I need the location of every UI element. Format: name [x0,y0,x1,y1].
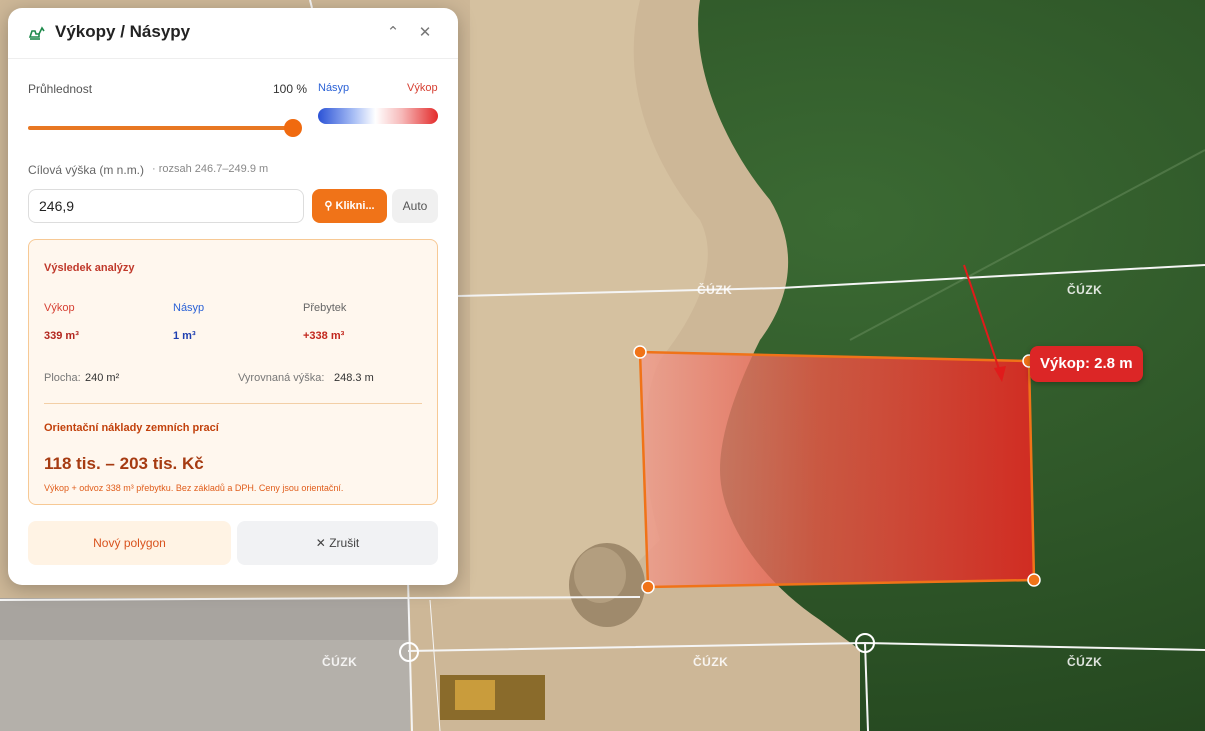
opacity-slider-thumb[interactable] [284,119,302,137]
new-polygon-button[interactable]: Nový polygon [28,521,231,565]
level-value: 248.3 m [334,372,374,384]
target-height-label: Cílová výška (m n.m.) [28,163,145,177]
fill-value: 1 m³ [173,330,196,342]
cut-fill-legend-bar [318,108,438,124]
auto-height-button[interactable]: Auto [392,189,438,223]
excavator-icon [28,26,45,40]
level-label: Vyrovnaná výška: [238,372,325,384]
area-label: Plocha: [44,372,81,384]
cost-note: Výkop + odvoz 338 m³ přebytku. Bez zákla… [44,483,344,493]
cuzk-watermark: ČÚZK [1067,283,1103,297]
analysis-result-card: Výsledek analýzy Výkop Násyp Přebytek 33… [28,239,438,505]
cuzk-watermark: ČÚZK [697,283,733,297]
divider [44,403,422,404]
depth-label: Výkop: 2.8 m [1030,346,1143,382]
legend-cut-label: Výkop [407,82,438,94]
panel-header: Výkopy / Násypy ⌃ ✕ [8,8,458,59]
target-height-input[interactable]: 246,9 [28,189,304,223]
close-icon[interactable]: ✕ [415,23,435,43]
cancel-label: Zrušit [329,536,360,550]
area-value: 240 m² [85,372,120,384]
map-pin-icon: ⚲ [324,200,333,212]
opacity-label: Průhlednost [28,82,93,96]
cuzk-watermark: ČÚZK [693,655,729,669]
cost-value: 118 tis. – 203 tis. Kč [44,454,204,473]
cut-fill-panel: Výkopy / Násypy ⌃ ✕ Průhlednost 100 % Ná… [8,8,458,585]
surplus-label: Přebytek [303,302,347,314]
pick-height-button[interactable]: ⚲ Klikni... [312,189,387,223]
legend-fill-label: Násyp [318,82,350,94]
target-height-range: · rozsah 246.7–249.9 m [152,163,269,175]
opacity-value: 100 % [273,82,308,96]
panel-title: Výkopy / Násypy [55,22,191,41]
cost-title: Orientační náklady zemních prací [44,422,219,434]
cut-label: Výkop [44,302,75,314]
result-title: Výsledek analýzy [44,262,135,274]
cuzk-watermark: ČÚZK [322,655,358,669]
cut-value: 339 m³ [44,330,79,342]
close-icon: ✕ [315,536,326,550]
cuzk-watermark: ČÚZK [1067,655,1103,669]
pick-height-label: Klikni... [335,200,375,212]
cancel-button[interactable]: ✕ Zrušit [237,521,438,565]
chevron-up-icon[interactable]: ⌃ [383,23,403,43]
opacity-slider-track[interactable] [28,126,293,130]
fill-label: Násyp [173,302,205,314]
surplus-value: +338 m³ [303,330,345,342]
